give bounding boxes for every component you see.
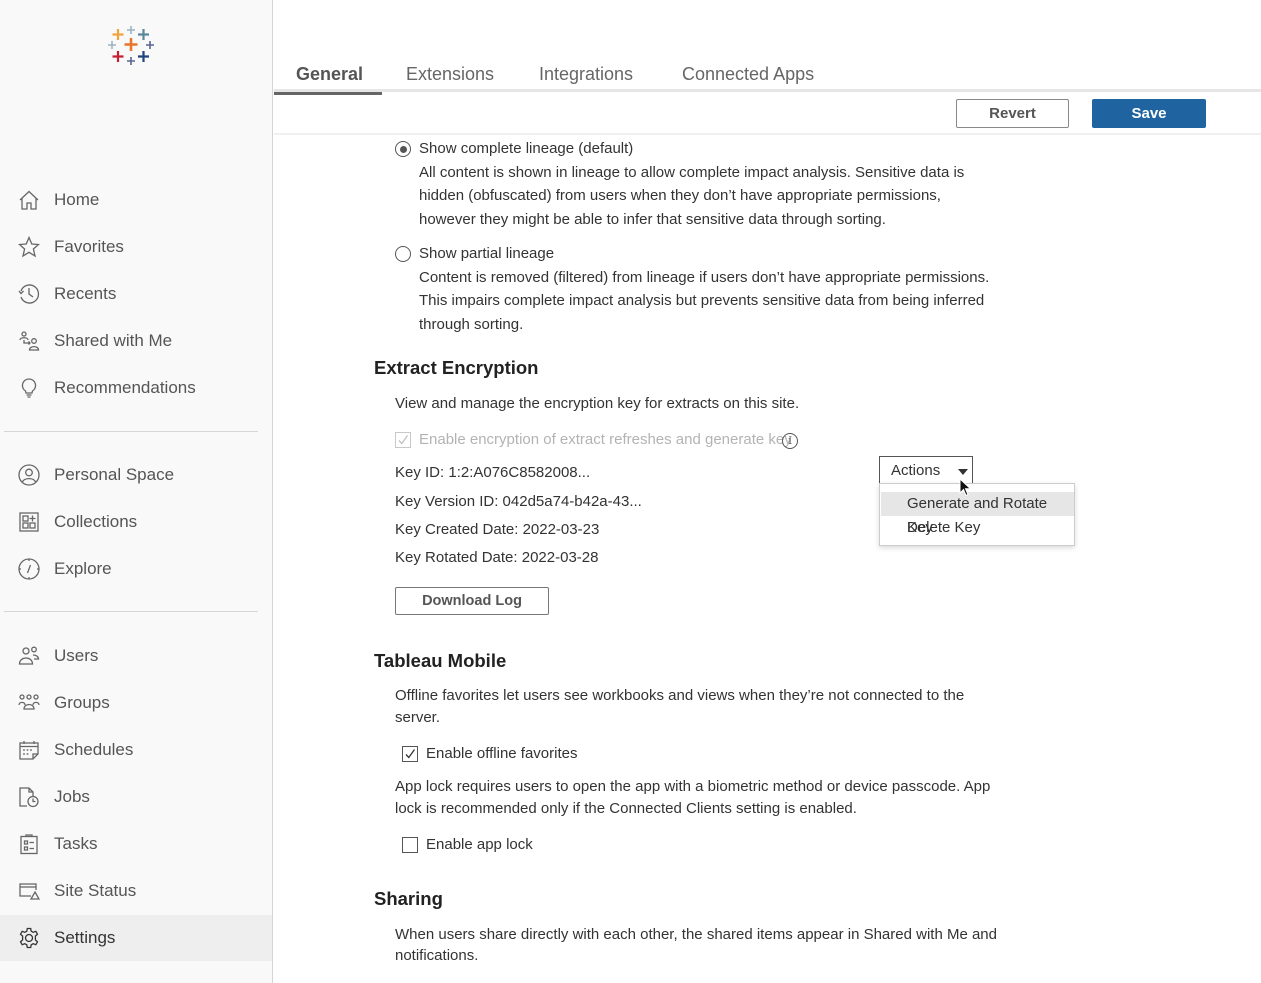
key-id: Key ID: 1:2:A076C8582008... bbox=[395, 464, 591, 481]
sidebar-item-label: Schedules bbox=[54, 740, 134, 759]
sidebar-item-home[interactable]: Home bbox=[0, 177, 272, 223]
sidebar-item-site-status[interactable]: Site Status bbox=[0, 868, 272, 914]
sidebar: Home Favorites Recents Shared with Me Re… bbox=[0, 0, 273, 983]
clipboard-icon bbox=[18, 833, 40, 855]
checkmark-icon bbox=[398, 435, 409, 445]
tab-extensions[interactable]: Extensions bbox=[406, 64, 494, 95]
enable-offline-favorites-label: Enable offline favorites bbox=[426, 745, 578, 762]
sharing-description-line: notifications. bbox=[395, 947, 479, 964]
sidebar-item-label: Personal Space bbox=[54, 465, 175, 484]
sidebar-item-label: Groups bbox=[54, 693, 110, 712]
info-icon[interactable]: i bbox=[782, 433, 798, 449]
key-version-id: Key Version ID: 042d5a74-b42a-43... bbox=[395, 493, 642, 510]
action-bar: Revert Save bbox=[274, 92, 1261, 135]
sidebar-item-schedules[interactable]: Schedules bbox=[0, 727, 272, 773]
groups-icon bbox=[18, 692, 40, 714]
sidebar-item-groups[interactable]: Groups bbox=[0, 680, 272, 726]
user-circle-icon bbox=[18, 464, 40, 486]
checkmark-icon bbox=[405, 749, 416, 759]
sidebar-item-label: Site Status bbox=[54, 881, 137, 900]
sidebar-item-shared-with-me[interactable]: Shared with Me bbox=[0, 318, 272, 364]
enable-offline-favorites-checkbox[interactable] bbox=[402, 746, 418, 762]
offline-favorites-description-line: server. bbox=[395, 709, 441, 726]
sidebar-item-label: Collections bbox=[54, 512, 138, 531]
sidebar-item-label: Tasks bbox=[54, 834, 98, 853]
lineage-complete-description-line: All content is shown in lineage to allow… bbox=[419, 164, 965, 181]
lineage-partial-description-line: through sorting. bbox=[419, 316, 524, 333]
extract-encryption-heading: Extract Encryption bbox=[374, 357, 539, 378]
sidebar-item-users[interactable]: Users bbox=[0, 633, 272, 679]
lineage-complete-description-line: however they might be able to infer that… bbox=[419, 211, 886, 228]
sidebar-item-personal-space[interactable]: Personal Space bbox=[0, 452, 272, 498]
sidebar-item-label: Settings bbox=[54, 928, 116, 947]
key-rotated-date: Key Rotated Date: 2022-03-28 bbox=[395, 549, 599, 566]
sharing-heading: Sharing bbox=[374, 888, 443, 909]
collections-icon bbox=[18, 511, 40, 533]
revert-button[interactable]: Revert bbox=[956, 99, 1069, 128]
download-log-button[interactable]: Download Log bbox=[395, 587, 549, 615]
offline-favorites-description-line: Offline favorites let users see workbook… bbox=[395, 687, 965, 704]
sidebar-item-label: Recommendations bbox=[54, 378, 196, 397]
extract-encryption-description: View and manage the encryption key for e… bbox=[395, 395, 800, 412]
users-icon bbox=[18, 645, 40, 667]
sidebar-item-jobs[interactable]: Jobs bbox=[0, 774, 272, 820]
tableau-mobile-heading: Tableau Mobile bbox=[374, 650, 507, 671]
sidebar-item-explore[interactable]: Explore bbox=[0, 546, 272, 592]
sidebar-item-recommendations[interactable]: Recommendations bbox=[0, 365, 272, 411]
tab-integrations[interactable]: Integrations bbox=[539, 64, 633, 95]
sidebar-item-label: Home bbox=[54, 190, 100, 209]
sidebar-item-label: Shared with Me bbox=[54, 331, 173, 350]
actions-menu: Generate and Rotate Key Delete Key bbox=[879, 483, 1075, 546]
app-lock-description-line: lock is recommended only if the Connecte… bbox=[395, 800, 857, 817]
tab-general[interactable]: General bbox=[274, 64, 382, 95]
sidebar-item-label: Jobs bbox=[54, 787, 90, 806]
gear-icon bbox=[18, 927, 40, 949]
compass-icon bbox=[18, 558, 40, 580]
lightbulb-icon bbox=[18, 377, 40, 399]
shared-icon bbox=[18, 330, 40, 352]
lineage-complete-description-line: hidden (obfuscated) from users when they… bbox=[419, 187, 941, 204]
calendar-icon bbox=[18, 739, 40, 761]
sidebar-item-recents[interactable]: Recents bbox=[0, 271, 272, 317]
site-status-icon bbox=[18, 880, 41, 902]
caret-down-icon bbox=[958, 469, 968, 475]
sidebar-item-label: Users bbox=[54, 646, 99, 665]
menu-item-delete-key[interactable]: Delete Key bbox=[881, 516, 1074, 540]
lineage-complete-radio[interactable] bbox=[395, 141, 411, 157]
sidebar-item-label: Favorites bbox=[54, 237, 124, 256]
home-icon bbox=[18, 189, 40, 211]
sidebar-divider bbox=[4, 431, 258, 432]
enable-app-lock-checkbox[interactable] bbox=[402, 837, 418, 853]
star-icon bbox=[17, 235, 41, 258]
tab-connected-apps[interactable]: Connected Apps bbox=[682, 64, 814, 95]
history-icon bbox=[18, 283, 40, 305]
lineage-partial-description-line: Content is removed (filtered) from linea… bbox=[419, 269, 990, 286]
menu-item-generate-rotate-key[interactable]: Generate and Rotate Key bbox=[881, 492, 1074, 536]
sidebar-divider bbox=[4, 611, 258, 612]
settings-content: Show complete lineage (default) All cont… bbox=[274, 137, 1261, 983]
mouse-cursor-icon bbox=[959, 478, 972, 497]
sharing-description-line: When users share directly with each othe… bbox=[395, 926, 997, 943]
sidebar-item-label: Recents bbox=[54, 284, 117, 303]
sidebar-item-tasks[interactable]: Tasks bbox=[0, 821, 272, 867]
lineage-complete-label: Show complete lineage (default) bbox=[419, 140, 634, 157]
key-created-date: Key Created Date: 2022-03-23 bbox=[395, 521, 600, 538]
sidebar-item-collections[interactable]: Collections bbox=[0, 499, 272, 545]
actions-label: Actions bbox=[891, 462, 941, 479]
sidebar-item-settings[interactable]: Settings bbox=[0, 915, 272, 961]
sidebar-item-favorites[interactable]: Favorites bbox=[0, 224, 272, 270]
sidebar-item-label: Explore bbox=[54, 559, 112, 578]
jobs-icon bbox=[18, 786, 40, 808]
settings-tabs: General Extensions Integrations Connecte… bbox=[274, 60, 1261, 95]
save-button[interactable]: Save bbox=[1092, 99, 1206, 128]
lineage-partial-label: Show partial lineage bbox=[419, 245, 555, 262]
tableau-logo[interactable] bbox=[106, 25, 156, 71]
enable-encryption-checkbox[interactable] bbox=[395, 432, 411, 448]
enable-app-lock-label: Enable app lock bbox=[426, 836, 533, 853]
lineage-partial-radio[interactable] bbox=[395, 246, 411, 262]
enable-encryption-label: Enable encryption of extract refreshes a… bbox=[419, 431, 792, 448]
app-lock-description-line: App lock requires users to open the app … bbox=[395, 778, 991, 795]
lineage-partial-description-line: This impairs complete impact analysis bu… bbox=[419, 292, 985, 309]
